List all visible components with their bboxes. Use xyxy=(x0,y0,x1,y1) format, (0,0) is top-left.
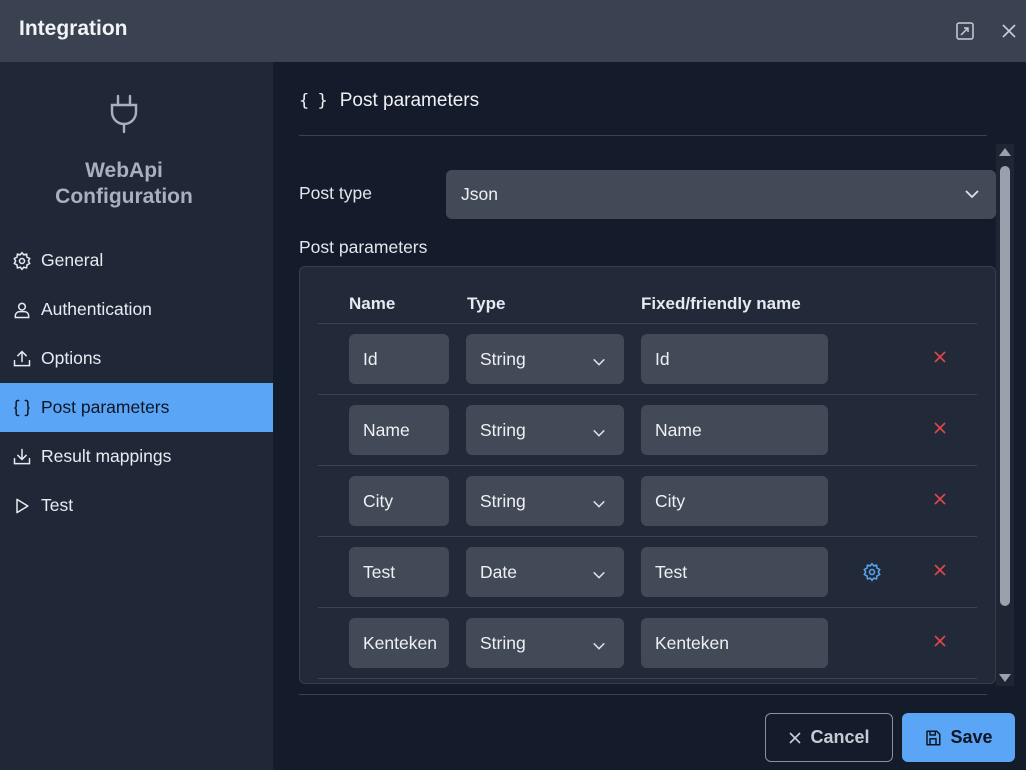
table-row: Id String Id xyxy=(318,323,977,394)
column-header-name: Name xyxy=(349,294,396,313)
post-type-label: Post type xyxy=(299,183,372,203)
sidebar-item-label: Test xyxy=(41,495,74,515)
param-friendly-name-input[interactable]: Kenteken xyxy=(641,618,828,668)
table-row: Kenteken String Kenteken xyxy=(318,607,977,678)
delete-icon[interactable] xyxy=(933,492,951,510)
post-type-select[interactable]: Json xyxy=(446,170,996,219)
post-type-value: Json xyxy=(461,184,498,204)
save-icon xyxy=(924,729,942,747)
play-icon xyxy=(11,495,33,517)
delete-icon[interactable] xyxy=(933,421,951,439)
user-icon xyxy=(11,299,33,321)
cancel-label: Cancel xyxy=(810,727,870,747)
post-parameters-label: Post parameters xyxy=(299,237,428,257)
table-row: Name String Name xyxy=(318,394,977,465)
close-icon[interactable] xyxy=(997,19,1021,43)
sidebar-item-authentication[interactable]: Authentication xyxy=(0,285,273,334)
sidebar-item-label: General xyxy=(41,250,104,270)
param-friendly-name-input[interactable]: Test xyxy=(641,547,828,597)
delete-icon[interactable] xyxy=(933,350,951,368)
param-name-input[interactable]: Kenteken xyxy=(349,618,449,668)
param-type-select[interactable]: String xyxy=(466,405,624,455)
chevron-down-icon xyxy=(964,186,980,207)
maximize-icon[interactable] xyxy=(953,19,977,43)
app-title-line2: Configuration xyxy=(55,185,193,208)
sidebar: WebApi Configuration General Authenticat… xyxy=(0,62,273,770)
column-header-type: Type xyxy=(467,294,506,313)
delete-icon[interactable] xyxy=(933,634,951,652)
scroll-up-arrow-icon[interactable] xyxy=(999,148,1011,156)
param-type-value: String xyxy=(480,490,526,511)
chevron-down-icon xyxy=(592,566,606,587)
param-friendly-name-input[interactable]: City xyxy=(641,476,828,526)
sidebar-nav: General Authentication Options Post para… xyxy=(0,236,273,530)
braces-icon xyxy=(11,397,33,419)
param-name-input[interactable]: Name xyxy=(349,405,449,455)
chevron-down-icon xyxy=(592,637,606,658)
column-header-friendly-name: Fixed/friendly name xyxy=(641,294,801,313)
scroll-down-arrow-icon[interactable] xyxy=(999,674,1011,682)
app-title: WebApi Configuration xyxy=(0,158,248,210)
chevron-down-icon xyxy=(592,353,606,374)
section-title: Post parameters xyxy=(339,90,480,111)
download-icon xyxy=(11,446,33,468)
plug-icon xyxy=(108,94,140,134)
sidebar-item-label: Result mappings xyxy=(41,446,172,466)
param-type-value: Date xyxy=(480,561,517,582)
title-bar: Integration xyxy=(0,0,1026,62)
param-type-select[interactable]: String xyxy=(466,618,624,668)
gear-icon[interactable] xyxy=(862,562,882,582)
param-name-input[interactable]: Test xyxy=(349,547,449,597)
close-icon xyxy=(788,731,802,745)
param-type-value: String xyxy=(480,632,526,653)
chevron-down-icon xyxy=(592,424,606,445)
window-title: Integration xyxy=(19,17,128,40)
braces-icon: { } xyxy=(299,91,328,111)
sidebar-item-label: Post parameters xyxy=(41,397,170,417)
scrollbar-thumb[interactable] xyxy=(1000,166,1010,606)
gear-icon xyxy=(11,250,33,272)
sidebar-item-label: Authentication xyxy=(41,299,152,319)
upload-icon xyxy=(11,348,33,370)
save-button[interactable]: Save xyxy=(902,713,1015,762)
sidebar-item-post-parameters[interactable]: Post parameters xyxy=(0,383,273,432)
parameters-table: Name Type Fixed/friendly name Id String … xyxy=(299,266,996,684)
param-type-value: String xyxy=(480,348,526,369)
section-header: { } Post parameters xyxy=(299,90,479,112)
param-type-select[interactable]: Date xyxy=(466,547,624,597)
param-friendly-name-input[interactable]: Name xyxy=(641,405,828,455)
table-row: City String City xyxy=(318,465,977,536)
param-type-select[interactable]: String xyxy=(466,334,624,384)
header-divider xyxy=(299,135,987,136)
footer-divider xyxy=(299,694,987,695)
param-type-select[interactable]: String xyxy=(466,476,624,526)
sidebar-item-general[interactable]: General xyxy=(0,236,273,285)
delete-icon[interactable] xyxy=(933,563,951,581)
sidebar-item-options[interactable]: Options xyxy=(0,334,273,383)
app-title-line1: WebApi xyxy=(85,159,163,182)
vertical-scrollbar[interactable] xyxy=(996,144,1014,686)
param-type-value: String xyxy=(480,419,526,440)
sidebar-item-result-mappings[interactable]: Result mappings xyxy=(0,432,273,481)
cancel-button[interactable]: Cancel xyxy=(765,713,893,762)
param-name-input[interactable]: City xyxy=(349,476,449,526)
param-name-input[interactable]: Id xyxy=(349,334,449,384)
chevron-down-icon xyxy=(592,495,606,516)
sidebar-item-label: Options xyxy=(41,348,102,368)
table-row: Test Date Test xyxy=(318,536,977,607)
save-label: Save xyxy=(950,727,993,747)
main-content: { } Post parameters Post type Json Post … xyxy=(273,62,1026,770)
sidebar-item-test[interactable]: Test xyxy=(0,481,273,530)
param-friendly-name-input[interactable]: Id xyxy=(641,334,828,384)
table-row-partial xyxy=(318,678,977,683)
